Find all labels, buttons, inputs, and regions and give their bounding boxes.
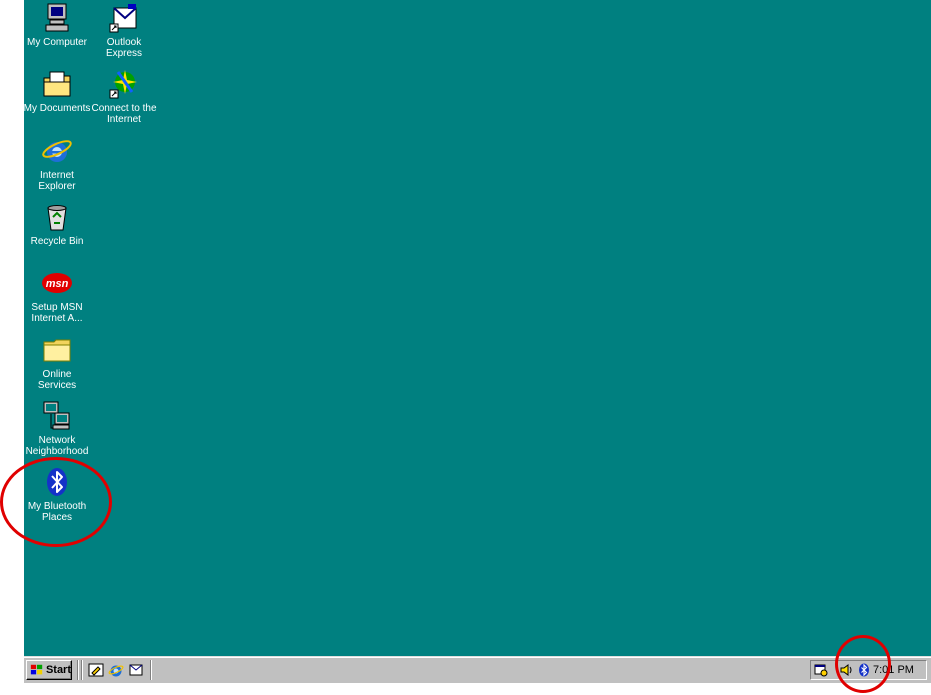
desktop-icon-setup-msn[interactable]: msn Setup MSN Internet A...	[21, 267, 93, 324]
start-label: Start	[45, 664, 71, 676]
desktop-icon-label: Network Neighborhood	[25, 435, 89, 457]
recycle-bin-icon	[47, 205, 67, 231]
desktop-icon-connect-internet[interactable]: Connect to the Internet	[88, 68, 160, 125]
desktop-icon-label: Recycle Bin	[30, 236, 84, 247]
internet-explorer-icon[interactable]	[108, 662, 124, 678]
system-tray: 7:01 PM	[810, 660, 927, 680]
connect-internet-icon	[109, 70, 137, 99]
windows-logo-icon	[30, 664, 43, 675]
taskbar: Start 7:01 PM	[24, 656, 931, 683]
taskbar-separator	[77, 660, 79, 680]
network-icon	[43, 401, 70, 430]
desktop-icon-label: Setup MSN Internet A...	[31, 302, 83, 324]
start-button[interactable]: Start	[26, 660, 72, 680]
desktop-icon-my-documents[interactable]: My Documents	[21, 68, 93, 114]
outlook-express-icon	[109, 4, 137, 33]
desktop-icon-outlook-express[interactable]: Outlook Express	[88, 2, 160, 59]
folder-icon	[43, 339, 71, 362]
desktop-icon-label: Online Services	[37, 369, 77, 391]
desktop-icon-label: Internet Explorer	[38, 170, 76, 192]
taskbar-separator	[150, 660, 152, 680]
desktop-icon-online-services[interactable]: Online Services	[21, 334, 93, 391]
desktop-icon-label: Connect to the Internet	[91, 103, 157, 125]
scheduler-icon[interactable]	[814, 663, 828, 677]
internet-explorer-icon	[42, 140, 72, 162]
desktop-icon-label: Outlook Express	[105, 37, 143, 59]
msn-icon: msn	[42, 273, 72, 293]
computer-icon	[45, 3, 69, 32]
desktop-icon-my-computer[interactable]: My Computer	[21, 2, 93, 48]
outlook-icon[interactable]	[128, 662, 144, 678]
show-desktop-icon[interactable]	[88, 662, 104, 678]
desktop[interactable]: My Computer Outlook Express My Documents	[24, 0, 931, 656]
desktop-icon-network-neighborhood[interactable]: Network Neighborhood	[21, 400, 93, 457]
desktop-icon-label: My Computer	[26, 37, 87, 48]
desktop-icon-recycle-bin[interactable]: Recycle Bin	[21, 201, 93, 247]
taskbar-separator	[81, 660, 83, 680]
clock[interactable]: 7:01 PM	[873, 664, 914, 676]
desktop-icon-label: My Documents	[23, 103, 91, 114]
bluetooth-icon[interactable]	[857, 663, 871, 677]
desktop-icon-label: My Bluetooth Places	[27, 501, 87, 523]
folder-documents-icon	[43, 71, 71, 97]
svg-text:msn: msn	[46, 278, 69, 290]
desktop-icon-internet-explorer[interactable]: Internet Explorer	[21, 135, 93, 192]
bluetooth-icon	[47, 468, 67, 496]
volume-icon[interactable]	[839, 663, 853, 677]
desktop-icon-my-bluetooth-places[interactable]: My Bluetooth Places	[21, 466, 93, 523]
